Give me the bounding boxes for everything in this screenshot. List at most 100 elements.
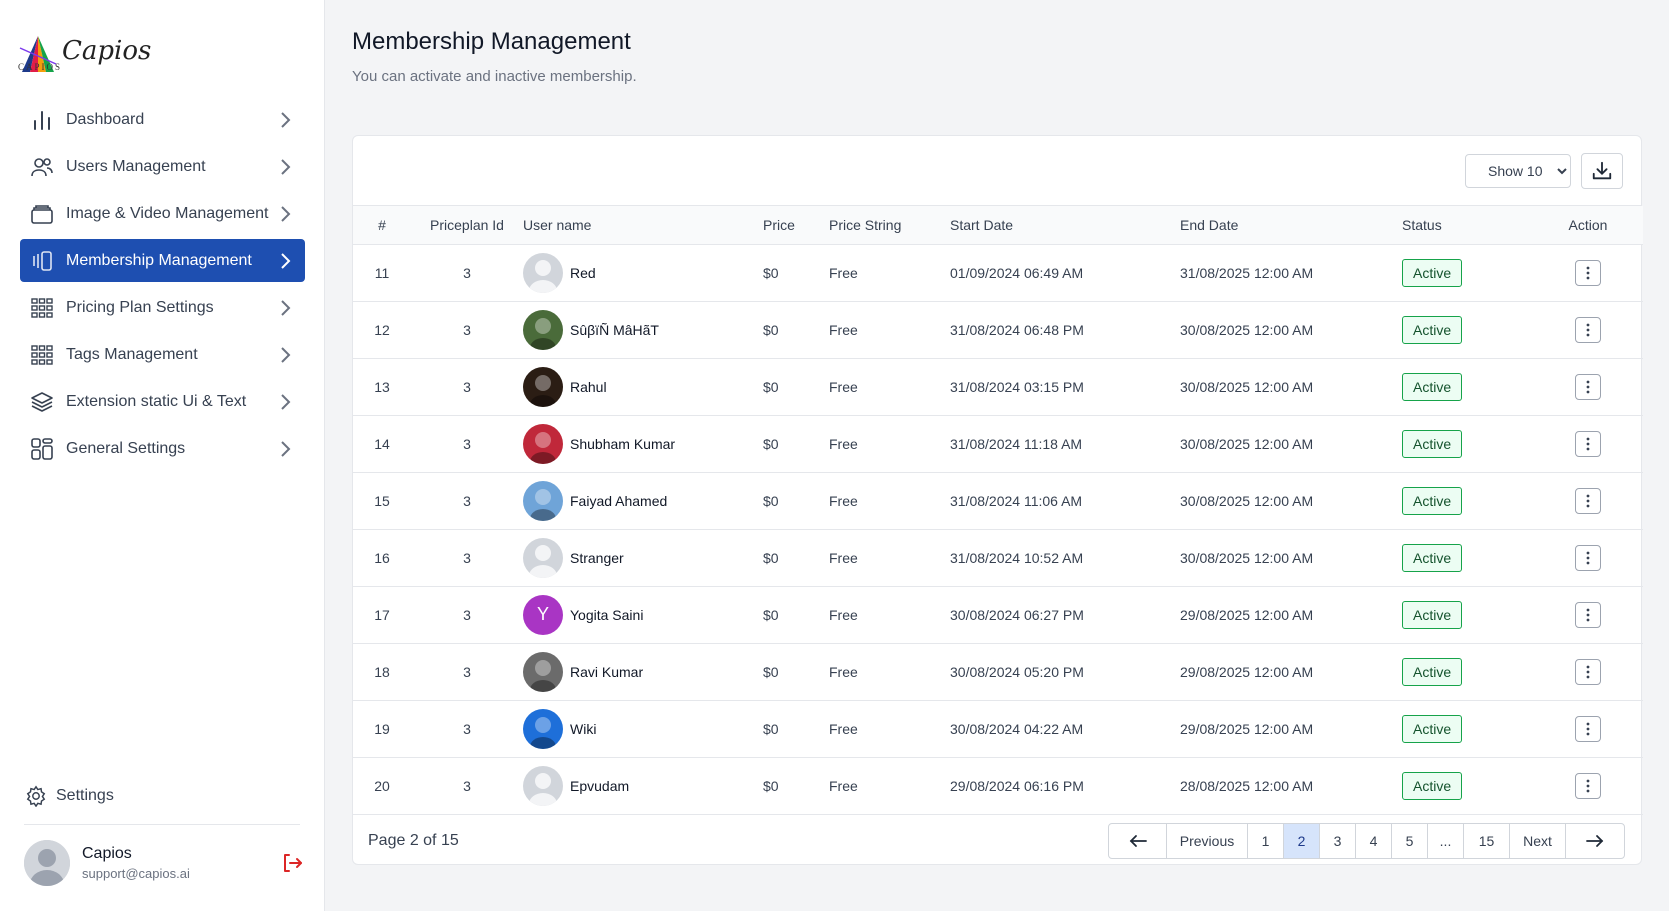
cell-start-date: 31/08/2024 03:15 PM (950, 358, 1180, 416)
status-badge[interactable]: Active (1402, 600, 1463, 629)
pagination-page-15[interactable]: 15 (1464, 823, 1510, 858)
page-title: Membership Management (352, 28, 631, 55)
cell-user: Rahul (523, 358, 763, 416)
avatar (523, 537, 563, 578)
status-badge[interactable]: Active (1402, 429, 1463, 458)
user-cell: Shubham Kumar (523, 423, 763, 464)
cell-priceplan-id: 3 (411, 700, 523, 758)
pagination: Previous 1 2 3 4 5... 15 Next (1108, 822, 1625, 859)
row-actions-button[interactable] (1575, 715, 1601, 742)
status-badge[interactable]: Active (1402, 543, 1463, 572)
cell-status: Active (1402, 301, 1533, 359)
cell-action (1533, 700, 1643, 758)
download-button[interactable] (1581, 153, 1623, 189)
column-header[interactable]: End Date (1180, 206, 1402, 245)
cell-number: 16 (353, 529, 411, 587)
sidebar-item-image-video-management[interactable]: Image & Video Management (20, 192, 305, 235)
more-vertical-icon (1586, 608, 1590, 621)
cell-action (1533, 643, 1643, 701)
chevron-right-icon (281, 346, 291, 363)
cell-user: Shubham Kumar (523, 415, 763, 473)
column-header[interactable]: Price (763, 206, 829, 245)
logout-icon[interactable] (280, 851, 304, 875)
pagination-page-5[interactable]: 5 (1392, 823, 1428, 858)
cell-action (1533, 415, 1643, 473)
cell-number: 11 (353, 244, 411, 302)
user-name: SûβïÑ MâHãT (570, 321, 659, 338)
avatar-placeholder-icon (523, 537, 563, 578)
status-badge[interactable]: Active (1402, 714, 1463, 743)
sidebar-item-dashboard[interactable]: Dashboard (20, 98, 305, 141)
cell-status: Active (1402, 700, 1533, 758)
column-header[interactable]: Start Date (950, 206, 1180, 245)
pagination-page-2[interactable]: 2 (1284, 823, 1320, 858)
pagination-prev-arrow[interactable] (1109, 823, 1167, 858)
page-size-select[interactable]: Show 10 (1465, 154, 1571, 188)
grid-icon (30, 296, 54, 320)
column-header[interactable]: Action (1533, 206, 1643, 245)
table-row: 19 3 Wiki $0 Free 30/08/2024 04:22 AM 29/08/20… (353, 700, 1643, 758)
sidebar-settings-link[interactable]: Settings (24, 784, 114, 808)
row-actions-button[interactable] (1575, 259, 1601, 286)
cell-number: 15 (353, 472, 411, 530)
cell-end-date: 30/08/2025 12:00 AM (1180, 472, 1402, 530)
column-header[interactable]: Price String (829, 206, 950, 245)
column-header[interactable]: Priceplan Id (411, 206, 523, 245)
user-name: Ravi Kumar (570, 663, 644, 680)
row-actions-button[interactable] (1575, 544, 1601, 571)
cell-status: Active (1402, 529, 1533, 587)
sidebar-item-general-settings[interactable]: General Settings (20, 427, 305, 470)
cell-number: 20 (353, 757, 411, 815)
sidebar-item-extension-static-ui[interactable]: Extension static Ui & Text (20, 380, 305, 423)
status-badge[interactable]: Active (1402, 315, 1463, 344)
cell-start-date: 31/08/2024 10:52 AM (950, 529, 1180, 587)
row-actions-button[interactable] (1575, 430, 1601, 457)
row-actions-button[interactable] (1575, 772, 1601, 799)
row-actions-button[interactable] (1575, 487, 1601, 514)
brand-logo[interactable]: Capios CAPIOS (18, 28, 151, 74)
user-name: Epvudam (570, 777, 630, 794)
row-actions-button[interactable] (1575, 373, 1601, 400)
status-badge[interactable]: Active (1402, 486, 1463, 515)
sidebar-item-users-management[interactable]: Users Management (20, 145, 305, 188)
status-badge[interactable]: Active (1402, 771, 1463, 800)
avatar (523, 480, 563, 521)
status-badge[interactable]: Active (1402, 372, 1463, 401)
pagination-page-3[interactable]: 3 (1320, 823, 1356, 858)
row-actions-button[interactable] (1575, 601, 1601, 628)
pagination-next[interactable]: Next (1510, 823, 1566, 858)
pagination-previous[interactable]: Previous (1167, 823, 1248, 858)
cell-end-date: 30/08/2025 12:00 AM (1180, 529, 1402, 587)
cell-priceplan-id: 3 (411, 358, 523, 416)
sidebar-item-tags-management[interactable]: Tags Management (20, 333, 305, 376)
pagination-page-4[interactable]: 4 (1356, 823, 1392, 858)
sidebar-divider (24, 824, 300, 825)
cell-start-date: 30/08/2024 06:27 PM (950, 586, 1180, 644)
column-header[interactable]: Status (1402, 206, 1533, 245)
sidebar-item-label: Pricing Plan Settings (66, 298, 214, 316)
chevron-right-icon (281, 111, 291, 128)
column-header[interactable]: User name (523, 206, 763, 245)
row-actions-button[interactable] (1575, 316, 1601, 343)
sidebar-item-membership-management[interactable]: Membership Management (20, 239, 305, 282)
status-badge[interactable]: Active (1402, 657, 1463, 686)
sidebar-item-pricing-plan-settings[interactable]: Pricing Plan Settings (20, 286, 305, 329)
cell-user: Faiyad Ahamed (523, 472, 763, 530)
pagination-page-1[interactable]: 1 (1248, 823, 1284, 858)
cell-start-date: 01/09/2024 06:49 AM (950, 244, 1180, 302)
user-info: Capios support@capios.ai (82, 845, 280, 881)
user-cell: SûβïÑ MâHãT (523, 309, 763, 350)
pagination-next-arrow[interactable] (1566, 824, 1624, 858)
cell-number: 14 (353, 415, 411, 473)
column-header[interactable]: # (353, 206, 411, 245)
status-badge[interactable]: Active (1402, 258, 1463, 287)
table-toolbar: Show 10 (353, 136, 1641, 206)
sidebar: Capios CAPIOS Dashboard Users Management… (0, 0, 325, 911)
row-actions-button[interactable] (1575, 658, 1601, 685)
avatar-placeholder-icon (523, 252, 563, 293)
cell-number: 19 (353, 700, 411, 758)
cell-price-string: Free (829, 586, 950, 644)
avatar (523, 252, 563, 293)
avatar (24, 840, 70, 886)
membership-table-card: Show 10 # Priceplan Id User name Price P… (352, 135, 1643, 865)
